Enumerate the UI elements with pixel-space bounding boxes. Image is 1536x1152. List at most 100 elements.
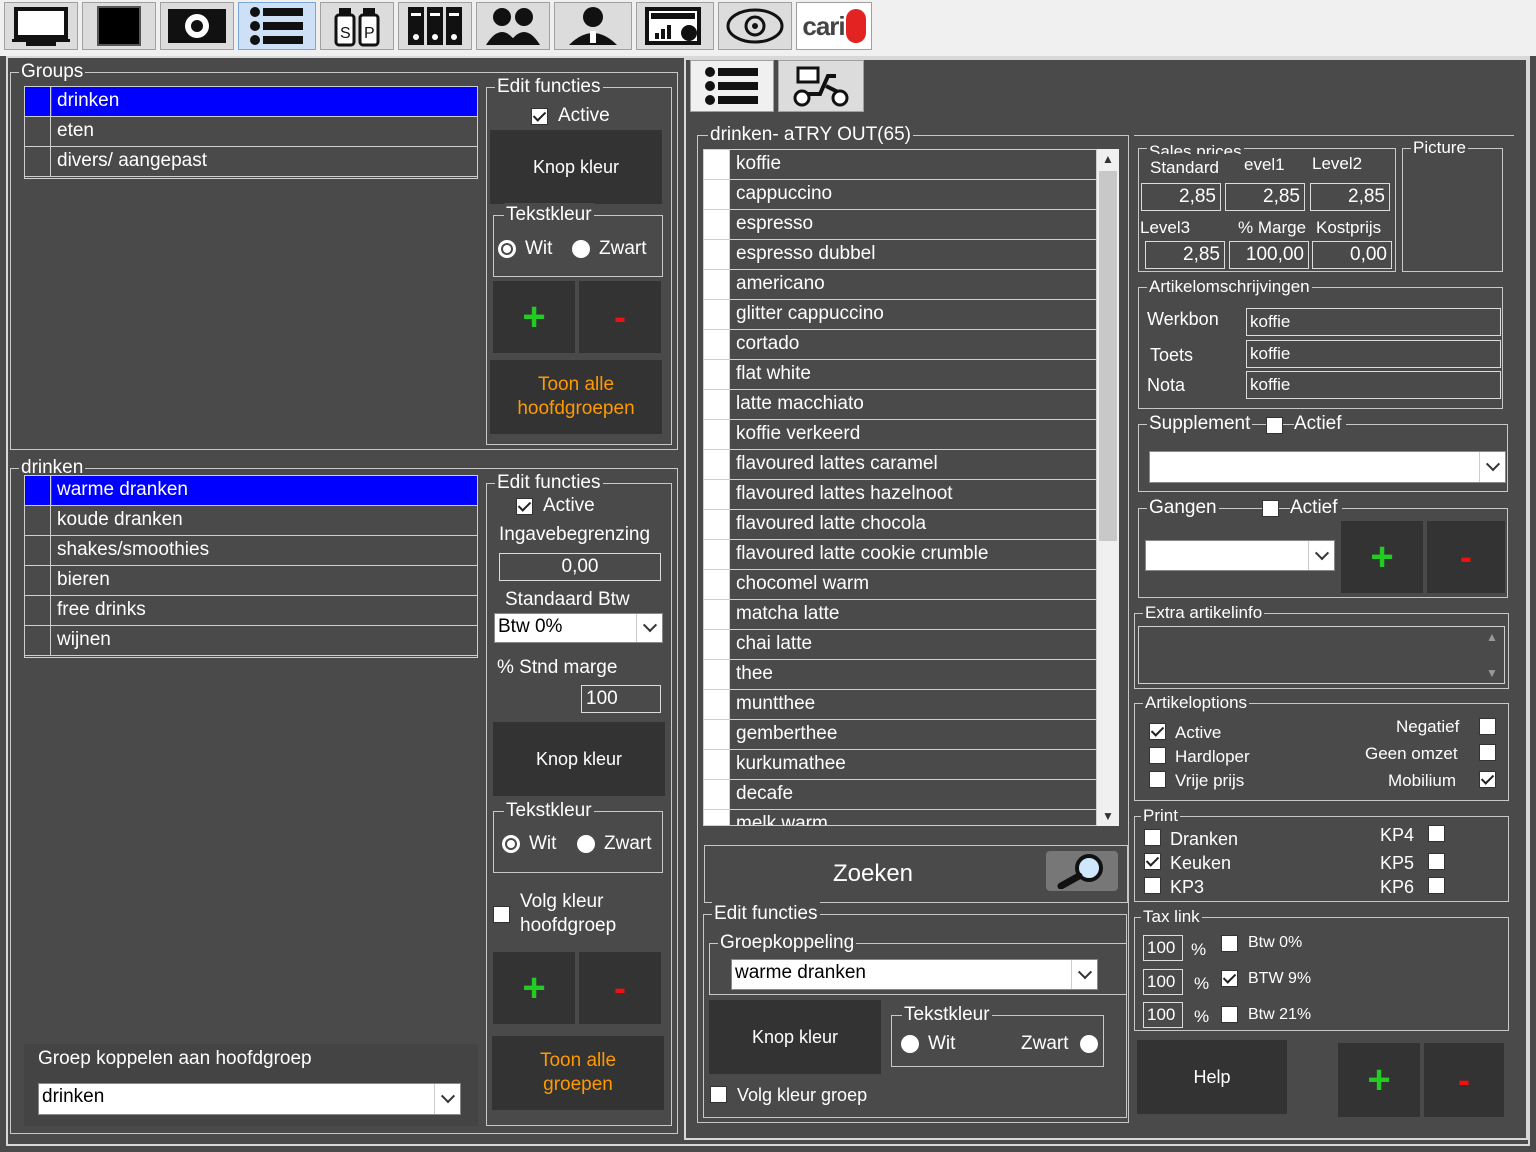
subgroups-zwart-radio[interactable] bbox=[577, 835, 595, 853]
print-kp6-checkbox[interactable] bbox=[1428, 877, 1445, 894]
subgroups-list[interactable]: warme dranken koude dranken shakes/smoot… bbox=[24, 475, 478, 658]
tax-1-checkbox[interactable] bbox=[1221, 970, 1238, 987]
employee-icon[interactable] bbox=[554, 2, 632, 50]
scroll-thumb[interactable] bbox=[1099, 171, 1117, 541]
report-icon[interactable] bbox=[636, 2, 714, 50]
list-item[interactable]: flavoured lattes caramel bbox=[704, 450, 1096, 480]
list-item[interactable]: decafe bbox=[704, 780, 1096, 810]
black-screen-icon[interactable] bbox=[82, 2, 156, 50]
list-item[interactable]: melk warm bbox=[704, 810, 1096, 825]
opt-active-checkbox[interactable] bbox=[1149, 723, 1166, 740]
list-item[interactable]: bieren bbox=[25, 566, 477, 596]
print-kp5-checkbox[interactable] bbox=[1428, 853, 1445, 870]
list-item[interactable]: flavoured lattes hazelnoot bbox=[704, 480, 1096, 510]
gangen-add-button[interactable]: + bbox=[1341, 521, 1423, 593]
subgroups-active-checkbox[interactable] bbox=[516, 498, 533, 515]
list-item[interactable]: flavoured latte cookie crumble bbox=[704, 540, 1096, 570]
print-kp3-checkbox[interactable] bbox=[1144, 877, 1161, 894]
subgroups-wit-radio[interactable] bbox=[502, 835, 520, 853]
list-icon[interactable] bbox=[690, 60, 774, 112]
list-item[interactable]: drinken bbox=[25, 87, 477, 117]
tax-2-checkbox[interactable] bbox=[1221, 1006, 1238, 1023]
list-item[interactable]: koude dranken bbox=[25, 506, 477, 536]
chevron-down-icon[interactable]: ▼ bbox=[1097, 806, 1119, 826]
monitor-icon[interactable] bbox=[4, 2, 78, 50]
list-item[interactable]: latte macchiato bbox=[704, 390, 1096, 420]
werkbon-input[interactable]: koffie bbox=[1246, 308, 1501, 336]
list-icon[interactable] bbox=[238, 2, 316, 50]
groep-koppelen-select[interactable]: drinken bbox=[38, 1083, 461, 1115]
list-item[interactable]: free drinks bbox=[25, 596, 477, 626]
groups-zwart-radio[interactable] bbox=[572, 240, 590, 258]
articles-wit-radio[interactable] bbox=[901, 1035, 919, 1053]
print-kp4-checkbox[interactable] bbox=[1428, 825, 1445, 842]
list-item[interactable]: gemberthee bbox=[704, 720, 1096, 750]
supplement-select[interactable] bbox=[1149, 451, 1506, 483]
list-item[interactable]: espresso bbox=[704, 210, 1096, 240]
list-item[interactable]: shakes/smoothies bbox=[25, 536, 477, 566]
level3-price-input[interactable]: 2,85 bbox=[1145, 241, 1225, 269]
articles-zwart-radio[interactable] bbox=[1080, 1035, 1098, 1053]
list-item[interactable]: koffie verkeerd bbox=[704, 420, 1096, 450]
cariam-logo[interactable]: cari bbox=[796, 2, 872, 50]
chevron-up-icon[interactable]: ▲ bbox=[1097, 149, 1119, 169]
zoeken-button[interactable]: Zoeken bbox=[708, 849, 1038, 899]
article-remove-button[interactable]: - bbox=[1424, 1043, 1504, 1117]
print-dranken-checkbox[interactable] bbox=[1144, 829, 1161, 846]
opt-negatief-checkbox[interactable] bbox=[1479, 718, 1496, 735]
volg-kleur-hoofdgroep-checkbox[interactable] bbox=[493, 906, 510, 923]
list-item[interactable]: muntthee bbox=[704, 690, 1096, 720]
list-item[interactable]: warme dranken bbox=[25, 476, 477, 506]
standard-price-input[interactable]: 2,85 bbox=[1141, 183, 1221, 211]
salt-pepper-icon[interactable]: SP bbox=[320, 2, 394, 50]
list-item[interactable]: kurkumathee bbox=[704, 750, 1096, 780]
extra-artikelinfo-textarea[interactable] bbox=[1138, 626, 1505, 684]
groepkoppeling-select[interactable]: warme dranken bbox=[731, 959, 1098, 990]
subgroups-add-button[interactable]: + bbox=[493, 952, 575, 1024]
standaard-btw-select[interactable]: Btw 0% bbox=[494, 613, 663, 643]
tax-1-input[interactable]: 100 bbox=[1143, 969, 1183, 995]
articles-scrollbar[interactable]: ▲ ▼ bbox=[1097, 149, 1119, 826]
subgroups-remove-button[interactable]: - bbox=[579, 952, 661, 1024]
level2-price-input[interactable]: 2,85 bbox=[1310, 183, 1390, 211]
list-item[interactable]: americano bbox=[704, 270, 1096, 300]
tax-0-input[interactable]: 100 bbox=[1143, 935, 1183, 961]
list-item[interactable]: thee bbox=[704, 660, 1096, 690]
list-item[interactable]: matcha latte bbox=[704, 600, 1096, 630]
list-item[interactable]: cortado bbox=[704, 330, 1096, 360]
opt-vrije-prijs-checkbox[interactable] bbox=[1149, 771, 1166, 788]
extra-info-scrollbar[interactable]: ▲ ▼ bbox=[1481, 627, 1503, 683]
gangen-remove-button[interactable]: - bbox=[1427, 521, 1505, 593]
gear-icon[interactable] bbox=[160, 2, 234, 50]
list-item[interactable]: cappuccino bbox=[704, 180, 1096, 210]
articles-knop-kleur-button[interactable]: Knop kleur bbox=[709, 1000, 881, 1074]
ingavebegrenzing-input[interactable]: 0,00 bbox=[499, 553, 661, 581]
groups-knop-kleur-button[interactable]: Knop kleur bbox=[490, 130, 662, 204]
tax-2-input[interactable]: 100 bbox=[1143, 1002, 1183, 1028]
opt-geen-omzet-checkbox[interactable] bbox=[1479, 744, 1496, 761]
groups-remove-button[interactable]: - bbox=[579, 281, 661, 353]
list-item[interactable]: wijnen bbox=[25, 626, 477, 656]
article-add-button[interactable]: + bbox=[1338, 1043, 1420, 1117]
chevron-down-icon[interactable]: ▼ bbox=[1481, 663, 1503, 683]
groups-list[interactable]: drinken eten divers/ aangepast bbox=[24, 86, 478, 179]
groups-wit-radio[interactable] bbox=[498, 240, 516, 258]
picture-box[interactable]: Picture bbox=[1402, 136, 1503, 272]
gangen-actief-checkbox[interactable] bbox=[1262, 500, 1279, 517]
groups-add-button[interactable]: + bbox=[493, 281, 575, 353]
help-button[interactable]: Help bbox=[1137, 1040, 1287, 1114]
opt-mobilium-checkbox[interactable] bbox=[1479, 771, 1496, 788]
users-icon[interactable] bbox=[476, 2, 550, 50]
toets-input[interactable]: koffie bbox=[1246, 340, 1501, 368]
stnd-marge-input[interactable]: 100 bbox=[581, 685, 661, 713]
gangen-select[interactable] bbox=[1145, 540, 1335, 571]
kostprijs-input[interactable]: 0,00 bbox=[1312, 241, 1392, 269]
groups-active-checkbox[interactable] bbox=[531, 108, 548, 125]
articles-list[interactable]: koffie cappuccino espresso espresso dubbel a… bbox=[703, 149, 1097, 826]
eye-icon[interactable] bbox=[718, 2, 792, 50]
list-item[interactable]: chai latte bbox=[704, 630, 1096, 660]
level1-price-input[interactable]: 2,85 bbox=[1225, 183, 1305, 211]
toon-alle-hoofdgroepen-button[interactable]: Toon alle hoofdgroepen bbox=[490, 360, 662, 434]
search-icon[interactable] bbox=[1046, 851, 1118, 891]
list-item[interactable]: divers/ aangepast bbox=[25, 147, 477, 177]
